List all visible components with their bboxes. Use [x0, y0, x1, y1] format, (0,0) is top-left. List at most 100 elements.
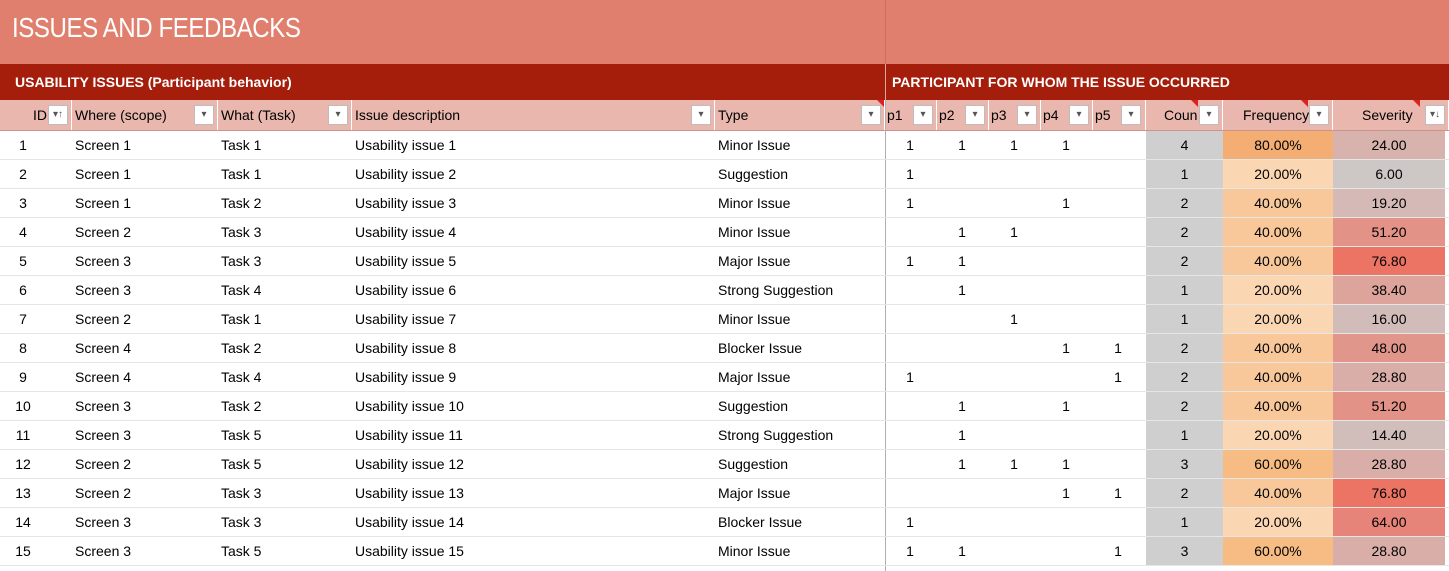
table-row[interactable]: 11 Screen 3 Task 5 Usability issue 11 Strong…	[0, 421, 1449, 450]
cell-count[interactable]: 3	[1146, 450, 1223, 478]
cell-p2[interactable]: 1	[949, 450, 975, 478]
cell-id[interactable]: 5	[0, 247, 46, 275]
cell-p3[interactable]: 1	[1001, 218, 1027, 246]
table-row[interactable]: 10 Screen 3 Task 2 Usability issue 10 Sugges…	[0, 392, 1449, 421]
cell-p2[interactable]	[949, 508, 975, 536]
table-row[interactable]: 9 Screen 4 Task 4 Usability issue 9 Major Is…	[0, 363, 1449, 392]
cell-id[interactable]: 3	[0, 189, 46, 217]
cell-p3[interactable]	[1001, 160, 1027, 188]
cell-p3[interactable]	[1001, 247, 1027, 275]
cell-frequency[interactable]: 40.00%	[1223, 392, 1333, 420]
cell-p3[interactable]	[1001, 363, 1027, 391]
cell-p4[interactable]: 1	[1053, 334, 1079, 362]
dropdown-filter-icon[interactable]: ▾	[1121, 105, 1141, 125]
cell-id[interactable]: 13	[0, 479, 46, 507]
cell-type[interactable]: Suggestion	[718, 450, 788, 478]
cell-count[interactable]: 1	[1146, 160, 1223, 188]
cell-where[interactable]: Screen 1	[75, 131, 131, 159]
cell-p3[interactable]: 1	[1001, 450, 1027, 478]
header-p3[interactable]: p3 ▾	[989, 100, 1041, 130]
cell-description[interactable]: Usability issue 4	[355, 218, 456, 246]
cell-count[interactable]: 2	[1146, 247, 1223, 275]
cell-type[interactable]: Strong Suggestion	[718, 276, 833, 304]
cell-p5[interactable]	[1105, 450, 1131, 478]
cell-severity[interactable]: 28.80	[1333, 363, 1445, 391]
cell-description[interactable]: Usability issue 11	[355, 421, 463, 449]
cell-type[interactable]: Strong Suggestion	[718, 421, 833, 449]
cell-where[interactable]: Screen 3	[75, 537, 131, 565]
cell-p1[interactable]: 1	[897, 247, 923, 275]
cell-p5[interactable]	[1105, 247, 1131, 275]
cell-description[interactable]: Usability issue 7	[355, 305, 456, 333]
cell-p5[interactable]: 1	[1105, 334, 1131, 362]
cell-p5[interactable]	[1105, 508, 1131, 536]
header-p1[interactable]: p1 ▾	[885, 100, 937, 130]
cell-p4[interactable]	[1053, 537, 1079, 565]
cell-p4[interactable]	[1053, 276, 1079, 304]
cell-id[interactable]: 10	[0, 392, 46, 420]
cell-severity[interactable]: 76.80	[1333, 479, 1445, 507]
cell-p1[interactable]	[897, 276, 923, 304]
cell-type[interactable]: Major Issue	[718, 363, 790, 391]
header-where[interactable]: Where (scope) ▾	[72, 100, 218, 130]
cell-severity[interactable]: 28.80	[1333, 450, 1445, 478]
cell-what[interactable]: Task 3	[221, 218, 261, 246]
cell-what[interactable]: Task 5	[221, 450, 261, 478]
cell-severity[interactable]: 48.00	[1333, 334, 1445, 362]
cell-p2[interactable]	[949, 479, 975, 507]
dropdown-filter-icon[interactable]: ▾	[913, 105, 933, 125]
cell-p2[interactable]	[949, 334, 975, 362]
dropdown-filter-icon[interactable]: ▾	[328, 105, 348, 125]
cell-id[interactable]: 14	[0, 508, 46, 536]
cell-p1[interactable]	[897, 305, 923, 333]
cell-p3[interactable]	[1001, 334, 1027, 362]
cell-count[interactable]: 1	[1146, 305, 1223, 333]
cell-frequency[interactable]: 40.00%	[1223, 218, 1333, 246]
cell-severity[interactable]: 64.00	[1333, 508, 1445, 536]
cell-where[interactable]: Screen 3	[75, 421, 131, 449]
table-row[interactable]: 3 Screen 1 Task 2 Usability issue 3 Minor Is…	[0, 189, 1449, 218]
cell-type[interactable]: Minor Issue	[718, 305, 790, 333]
cell-id[interactable]: 8	[0, 334, 46, 362]
header-count[interactable]: Coun ▾	[1146, 100, 1223, 130]
cell-id[interactable]: 11	[0, 421, 46, 449]
cell-id[interactable]: 12	[0, 450, 46, 478]
cell-p5[interactable]: 1	[1105, 363, 1131, 391]
cell-frequency[interactable]: 60.00%	[1223, 450, 1333, 478]
cell-p5[interactable]	[1105, 218, 1131, 246]
cell-p4[interactable]: 1	[1053, 189, 1079, 217]
header-frequency[interactable]: Frequency ▾	[1223, 100, 1333, 130]
cell-severity[interactable]: 38.40	[1333, 276, 1445, 304]
cell-what[interactable]: Task 2	[221, 189, 261, 217]
cell-where[interactable]: Screen 4	[75, 334, 131, 362]
dropdown-filter-icon[interactable]: ▾	[1199, 105, 1219, 125]
cell-what[interactable]: Task 4	[221, 276, 261, 304]
cell-severity[interactable]: 51.20	[1333, 392, 1445, 420]
cell-p2[interactable]	[949, 363, 975, 391]
cell-severity[interactable]: 24.00	[1333, 131, 1445, 159]
header-p2[interactable]: p2 ▾	[937, 100, 989, 130]
cell-frequency[interactable]: 20.00%	[1223, 421, 1333, 449]
cell-id[interactable]: 2	[0, 160, 46, 188]
cell-id[interactable]: 6	[0, 276, 46, 304]
cell-count[interactable]: 2	[1146, 189, 1223, 217]
dropdown-filter-icon[interactable]: ▾	[1069, 105, 1089, 125]
cell-description[interactable]: Usability issue 2	[355, 160, 456, 188]
cell-where[interactable]: Screen 1	[75, 189, 131, 217]
table-row[interactable]: 2 Screen 1 Task 1 Usability issue 2 Suggesti…	[0, 160, 1449, 189]
cell-severity[interactable]: 76.80	[1333, 247, 1445, 275]
cell-type[interactable]: Major Issue	[718, 479, 790, 507]
cell-p4[interactable]	[1053, 508, 1079, 536]
cell-what[interactable]: Task 4	[221, 363, 261, 391]
header-what[interactable]: What (Task) ▾	[218, 100, 352, 130]
cell-description[interactable]: Usability issue 10	[355, 392, 464, 420]
comment-marker-icon[interactable]	[877, 100, 884, 107]
cell-frequency[interactable]: 40.00%	[1223, 247, 1333, 275]
cell-p2[interactable]: 1	[949, 537, 975, 565]
cell-p2[interactable]: 1	[949, 276, 975, 304]
cell-p2[interactable]	[949, 305, 975, 333]
cell-p2[interactable]: 1	[949, 247, 975, 275]
cell-p3[interactable]	[1001, 189, 1027, 217]
cell-p5[interactable]	[1105, 392, 1131, 420]
cell-count[interactable]: 1	[1146, 276, 1223, 304]
